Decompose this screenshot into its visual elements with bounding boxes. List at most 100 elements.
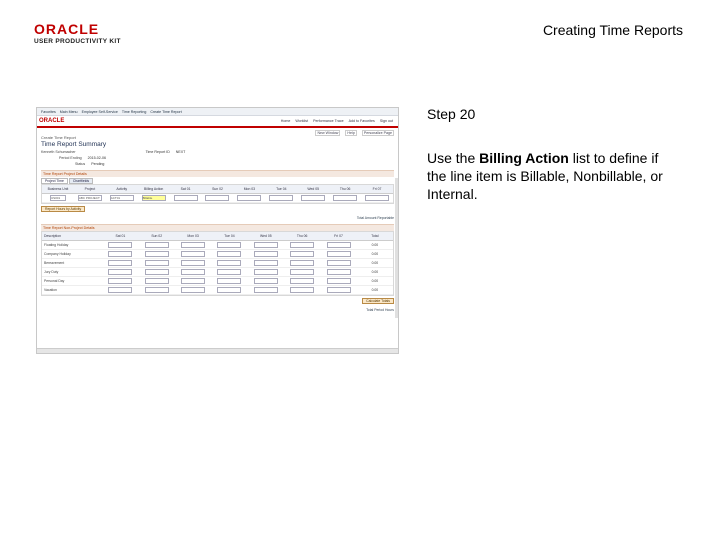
personalize-link[interactable]: Personalize Page (361, 130, 394, 136)
hours-input[interactable] (326, 278, 351, 284)
report-id-label: Time Report ID (145, 150, 170, 154)
hours-input[interactable] (217, 242, 242, 248)
menu-add-favorites[interactable]: Add to Favorites (349, 119, 375, 123)
hours-input[interactable] (144, 269, 169, 275)
tab-project-time[interactable]: Project Time (41, 178, 68, 184)
table-row: US001 ABC PROJECT ACT01 Billable (42, 194, 393, 203)
business-unit-field[interactable]: US001 (49, 195, 66, 201)
hours-input[interactable] (253, 251, 278, 257)
col-billing-action: Billing Action (144, 187, 164, 191)
hours-input[interactable] (217, 287, 242, 293)
table-row: Floating Holiday 0.00 (42, 241, 393, 250)
new-window-link[interactable]: New Window (315, 130, 341, 136)
hours-input[interactable] (333, 195, 358, 201)
non-project-section: Time Report Non-Project Details (41, 224, 394, 231)
calculate-totals-button[interactable]: Calculate Totals (362, 298, 394, 304)
row-total: 0.00 (371, 270, 379, 274)
hours-input[interactable] (253, 278, 278, 284)
project-details-section: Time Report Project Details (41, 170, 394, 177)
hours-input[interactable] (217, 269, 242, 275)
hours-input[interactable] (181, 260, 206, 266)
hours-input[interactable] (217, 251, 242, 257)
hours-input[interactable] (326, 242, 351, 248)
menu-performance-trace[interactable]: Performance Trace (313, 119, 344, 123)
status-value: Pending (91, 162, 105, 166)
hours-input[interactable] (108, 242, 133, 248)
hours-input[interactable] (253, 242, 278, 248)
hours-input[interactable] (144, 242, 169, 248)
row-description: Bereavement (44, 261, 65, 265)
table-row: Bereavement 0.00 (42, 259, 393, 268)
hours-input[interactable] (326, 287, 351, 293)
nav-main-menu[interactable]: Main Menu (60, 110, 78, 114)
row-description: Floating Holiday (44, 243, 69, 247)
hours-input[interactable] (326, 251, 351, 257)
hours-input[interactable] (253, 269, 278, 275)
col-day-4: Tue 04 (276, 187, 287, 191)
row-description: Jury Duty (44, 270, 59, 274)
hours-input[interactable] (108, 278, 133, 284)
hours-input[interactable] (144, 260, 169, 266)
row-total: 0.00 (371, 252, 379, 256)
hours-input[interactable] (108, 260, 133, 266)
hours-input[interactable] (326, 260, 351, 266)
nav-create-time-report[interactable]: Create Time Report (150, 110, 181, 114)
hours-input[interactable] (144, 287, 169, 293)
hours-input[interactable] (290, 269, 315, 275)
hours-input[interactable] (290, 242, 315, 248)
employee-name: Kenneth Schumacher (41, 150, 76, 154)
vertical-scrollbar[interactable] (395, 178, 398, 318)
hours-input[interactable] (181, 251, 206, 257)
status-label: Status (75, 162, 86, 166)
tab-chartfields[interactable]: Chartfields (68, 178, 94, 184)
col-np-day-5: Wed 05 (259, 234, 272, 238)
project-field[interactable]: ABC PROJECT (77, 195, 102, 201)
menu-home[interactable]: Home (281, 119, 291, 123)
project-grid-header: Business Unit Project Activity Billing A… (42, 185, 393, 194)
hours-input[interactable] (173, 195, 198, 201)
hours-input[interactable] (181, 269, 206, 275)
hours-input[interactable] (144, 278, 169, 284)
col-np-day-3: Mon 03 (187, 234, 199, 238)
hours-input[interactable] (217, 260, 242, 266)
menu-worklist[interactable]: Worklist (295, 119, 308, 123)
hours-input[interactable] (290, 251, 315, 257)
col-day-3: Mon 03 (243, 187, 256, 191)
report-hours-button[interactable]: Report Hours by Activity (41, 206, 86, 212)
nav-time-reporting[interactable]: Time Reporting (122, 110, 146, 114)
hours-input[interactable] (365, 195, 390, 201)
hours-input[interactable] (144, 251, 169, 257)
hours-input[interactable] (108, 287, 133, 293)
hours-input[interactable] (253, 260, 278, 266)
hours-input[interactable] (253, 287, 278, 293)
nav-favorites[interactable]: Favorites (41, 110, 56, 114)
horizontal-scrollbar[interactable] (37, 348, 398, 353)
hours-input[interactable] (108, 269, 133, 275)
menu-sign-out[interactable]: Sign out (380, 119, 393, 123)
instruction-text: Use the Billing Action list to define if… (427, 149, 677, 203)
hours-input[interactable] (217, 278, 242, 284)
col-day-1: Sat 01 (180, 187, 191, 191)
help-link[interactable]: Help (345, 130, 357, 136)
hours-input[interactable] (181, 242, 206, 248)
col-total: Total (371, 234, 379, 238)
hours-input[interactable] (326, 269, 351, 275)
hours-input[interactable] (290, 287, 315, 293)
activity-field[interactable]: ACT01 (109, 195, 134, 201)
hours-input[interactable] (237, 195, 262, 201)
hours-input[interactable] (108, 251, 133, 257)
col-day-5: Wed 05 (307, 187, 320, 191)
hours-input[interactable] (205, 195, 230, 201)
app-logo: ORACLE (39, 118, 65, 124)
hours-input[interactable] (181, 287, 206, 293)
hours-input[interactable] (290, 278, 315, 284)
period-end-label: Period Ending (59, 156, 82, 160)
col-day-2: Sun 02 (212, 187, 223, 191)
hours-input[interactable] (301, 195, 326, 201)
nav-self-service[interactable]: Employee Self-Service (82, 110, 118, 114)
hours-input[interactable] (290, 260, 315, 266)
hours-input[interactable] (269, 195, 294, 201)
hours-input[interactable] (181, 278, 206, 284)
billing-action-select[interactable]: Billable (141, 195, 166, 201)
utility-links: New Window Help Personalize Page (37, 128, 398, 136)
